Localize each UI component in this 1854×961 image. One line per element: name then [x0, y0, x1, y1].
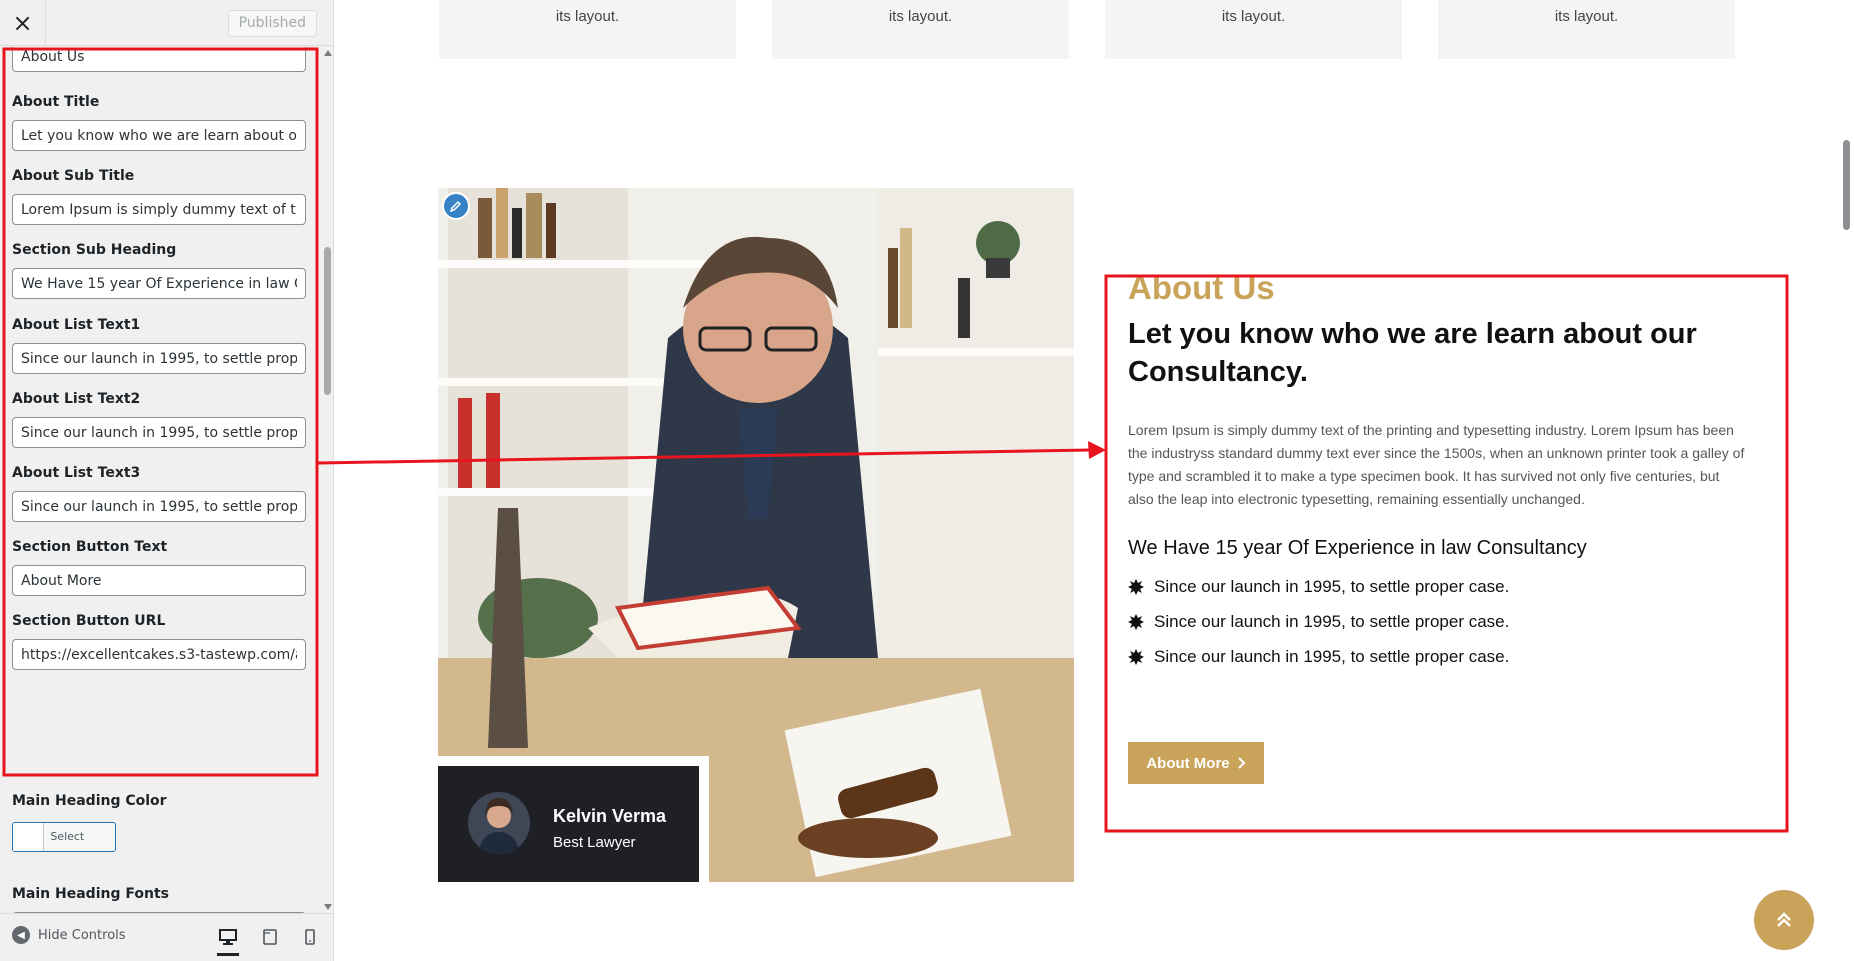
site-preview: its layout. its layout. its layout. its … [334, 0, 1854, 961]
close-icon[interactable]: × [0, 0, 46, 46]
profile-role: Best Lawyer [553, 834, 636, 851]
star-bullet-icon [1128, 614, 1144, 631]
list-item-text: Since our launch in 1995, to settle prop… [1154, 577, 1510, 597]
about-list-text3-input[interactable] [12, 491, 306, 522]
feature-card-text: its layout. [1554, 8, 1619, 25]
about-more-label: About More [1146, 754, 1230, 772]
color-swatch [13, 823, 45, 851]
about-more-button[interactable]: About More [1128, 742, 1264, 784]
control-about-list-text2: About List Text2 [12, 391, 306, 448]
about-list-text1-input[interactable] [12, 343, 306, 374]
about-subtitle: Lorem Ipsum is simply dummy text of the … [1128, 421, 1745, 507]
about-section-text: About Us Let you know who we are learn a… [1128, 269, 1745, 675]
section-button-text-label: Section Button Text [12, 539, 168, 555]
list-item: Since our launch in 1995, to settle prop… [1128, 640, 1745, 675]
about-list-text2-label: About List Text2 [12, 391, 141, 407]
section-button-url-input[interactable] [12, 639, 306, 670]
about-heading-input[interactable] [12, 47, 306, 72]
hide-controls-label: Hide Controls [38, 927, 126, 943]
page-scroll-thumb[interactable] [1843, 140, 1850, 230]
control-section-sub-heading: Section Sub Heading [12, 242, 306, 299]
about-subtitle-input[interactable] [12, 194, 306, 225]
desktop-icon[interactable] [217, 920, 239, 956]
about-list: Since our launch in 1995, to settle prop… [1128, 570, 1745, 675]
double-chevron-up-icon [1777, 912, 1791, 927]
page-scrollbar[interactable] [1839, 0, 1854, 961]
scroll-down-arrow-icon[interactable] [324, 904, 332, 910]
star-bullet-icon [1128, 579, 1144, 596]
scroll-up-arrow-icon[interactable] [324, 50, 332, 56]
hide-controls-button[interactable]: ◀ Hide Controls [12, 926, 126, 944]
feature-card-text: its layout. [1221, 8, 1286, 25]
pencil-icon[interactable] [442, 192, 470, 220]
select-color-label: Select Color [50, 830, 85, 843]
feature-card: its layout. [439, 0, 736, 59]
about-kicker: About Us [1128, 269, 1275, 306]
list-item-text: Since our launch in 1995, to settle prop… [1154, 647, 1510, 667]
about-title: Let you know who we are learn about our … [1128, 318, 1697, 388]
about-title-label: About Title [12, 94, 100, 110]
arrow-left-icon: ◀ [12, 926, 30, 944]
about-list-text2-input[interactable] [12, 417, 306, 448]
about-sub-heading: We Have 15 year Of Experience in law Con… [1128, 536, 1587, 559]
list-item-text: Since our launch in 1995, to settle prop… [1154, 612, 1510, 632]
sidebar-scrollbar[interactable] [322, 47, 333, 913]
sidebar-header: × Published [0, 0, 333, 46]
profile-avatar [468, 792, 530, 854]
feature-card: its layout. [772, 0, 1069, 59]
tablet-icon[interactable] [259, 926, 281, 948]
control-about-subtitle: About Sub Title [12, 168, 306, 225]
control-main-heading-color: Main Heading Color [12, 793, 306, 819]
control-about-title: About Title [12, 94, 306, 151]
about-list-text1-label: About List Text1 [12, 317, 141, 333]
about-title-input[interactable] [12, 120, 306, 151]
control-about-heading [12, 47, 306, 72]
control-main-heading-fonts: Main Heading Fonts [12, 886, 306, 913]
main-heading-fonts-label: Main Heading Fonts [12, 886, 169, 902]
customizer-sidebar: × Published About Title About Sub Title … [0, 0, 334, 961]
profile-card: Kelvin Verma Best Lawyer [438, 756, 709, 882]
published-button[interactable]: Published [227, 10, 317, 37]
star-bullet-icon [1128, 649, 1144, 666]
section-sub-heading-input[interactable] [12, 268, 306, 299]
control-about-list-text3: About List Text3 [12, 465, 306, 522]
sidebar-footer: ◀ Hide Controls [0, 913, 333, 961]
section-button-text-input[interactable] [12, 565, 306, 596]
about-subtitle-label: About Sub Title [12, 168, 135, 184]
control-about-list-text1: About List Text1 [12, 317, 306, 374]
control-section-button-text: Section Button Text [12, 539, 306, 596]
about-list-text3-label: About List Text3 [12, 465, 141, 481]
profile-name: Kelvin Verma [553, 806, 667, 826]
feature-card: its layout. [1105, 0, 1402, 59]
feature-card: its layout. [1438, 0, 1735, 59]
mobile-icon[interactable] [299, 926, 321, 948]
sidebar-scroll-thumb[interactable] [324, 247, 331, 395]
chevron-right-icon [1237, 757, 1246, 769]
main-heading-color-label: Main Heading Color [12, 793, 167, 809]
control-section-button-url: Section Button URL [12, 613, 306, 670]
select-color-button[interactable]: Select Color [12, 822, 116, 852]
scroll-to-top-button[interactable] [1754, 890, 1814, 950]
controls-panel: About Title About Sub Title Section Sub … [0, 47, 322, 913]
section-sub-heading-label: Section Sub Heading [12, 242, 177, 258]
section-button-url-label: Section Button URL [12, 613, 166, 629]
feature-card-text: its layout. [555, 8, 620, 25]
list-item: Since our launch in 1995, to settle prop… [1128, 605, 1745, 640]
list-item: Since our launch in 1995, to settle prop… [1128, 570, 1745, 605]
feature-card-text: its layout. [888, 8, 953, 25]
